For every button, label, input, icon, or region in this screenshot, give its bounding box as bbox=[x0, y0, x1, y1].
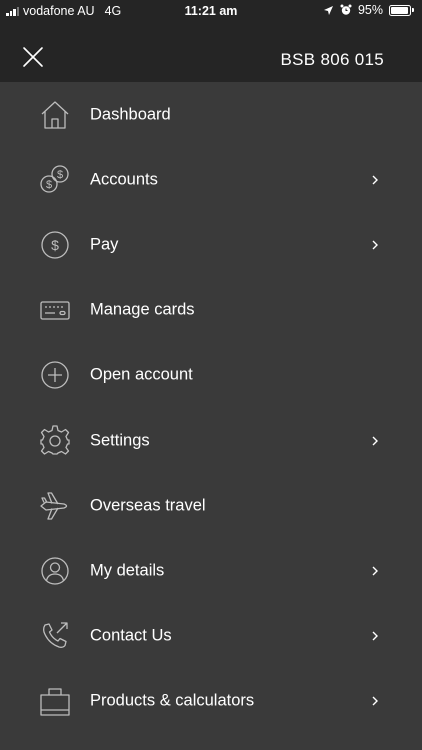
chevron-right-icon bbox=[372, 631, 378, 641]
chevron-right-icon bbox=[372, 175, 378, 185]
close-button[interactable] bbox=[20, 44, 46, 70]
home-icon bbox=[38, 98, 72, 132]
menu-item-dashboard[interactable]: Dashboard bbox=[0, 82, 422, 147]
battery-icon bbox=[389, 4, 414, 16]
menu-item-label: Pay bbox=[90, 235, 119, 254]
status-right: 95% bbox=[323, 3, 414, 17]
menu-item-accounts[interactable]: $ $ Accounts bbox=[0, 147, 422, 212]
nav-menu: Dashboard $ $ Accounts $ Pay Manage card… bbox=[0, 82, 422, 734]
menu-item-open-account[interactable]: Open account bbox=[0, 343, 422, 408]
bag-icon bbox=[38, 684, 72, 718]
menu-item-label: Settings bbox=[90, 431, 150, 450]
svg-text:$: $ bbox=[46, 179, 52, 191]
dollar-circle-icon: $ bbox=[38, 228, 72, 262]
status-bar: vodafone AU 4G 11:21 am 95% bbox=[0, 0, 422, 22]
plus-circle-icon bbox=[38, 358, 72, 392]
card-icon bbox=[38, 293, 72, 327]
phone-icon bbox=[38, 619, 72, 653]
menu-item-label: Open account bbox=[90, 365, 193, 384]
menu-item-label: Dashboard bbox=[90, 105, 171, 124]
gear-icon bbox=[38, 424, 72, 458]
menu-item-overseas-travel[interactable]: Overseas travel bbox=[0, 473, 422, 538]
location-arrow-icon bbox=[323, 5, 333, 15]
chevron-right-icon bbox=[372, 696, 378, 706]
menu-item-contact-us[interactable]: Contact Us bbox=[0, 604, 422, 669]
menu-item-my-details[interactable]: My details bbox=[0, 538, 422, 603]
menu-item-label: Products & calculators bbox=[90, 691, 255, 710]
user-circle-icon bbox=[38, 554, 72, 588]
menu-item-label: Accounts bbox=[90, 170, 158, 189]
menu-item-products-calculators[interactable]: Products & calculators bbox=[0, 669, 422, 734]
svg-text:$: $ bbox=[51, 237, 59, 253]
svg-text:$: $ bbox=[57, 169, 63, 181]
menu-item-pay[interactable]: $ Pay bbox=[0, 212, 422, 277]
plane-icon bbox=[38, 489, 72, 523]
menu-item-label: Manage cards bbox=[90, 300, 195, 319]
close-icon bbox=[23, 47, 43, 67]
coins-icon: $ $ bbox=[38, 163, 72, 197]
chevron-right-icon bbox=[372, 240, 378, 250]
bsb-number: BSB 806 015 bbox=[280, 50, 384, 69]
menu-item-label: Overseas travel bbox=[90, 496, 206, 515]
battery-fill bbox=[391, 6, 409, 14]
menu-header: BSB 806 015 bbox=[0, 22, 422, 82]
battery-percent: 95% bbox=[357, 3, 383, 17]
menu-item-settings[interactable]: Settings bbox=[0, 408, 422, 473]
menu-item-label: My details bbox=[90, 561, 165, 580]
alarm-icon bbox=[340, 4, 352, 15]
menu-item-manage-cards[interactable]: Manage cards bbox=[0, 278, 422, 343]
chevron-right-icon bbox=[372, 566, 378, 576]
chevron-right-icon bbox=[372, 436, 378, 446]
menu-item-label: Contact Us bbox=[90, 626, 172, 645]
